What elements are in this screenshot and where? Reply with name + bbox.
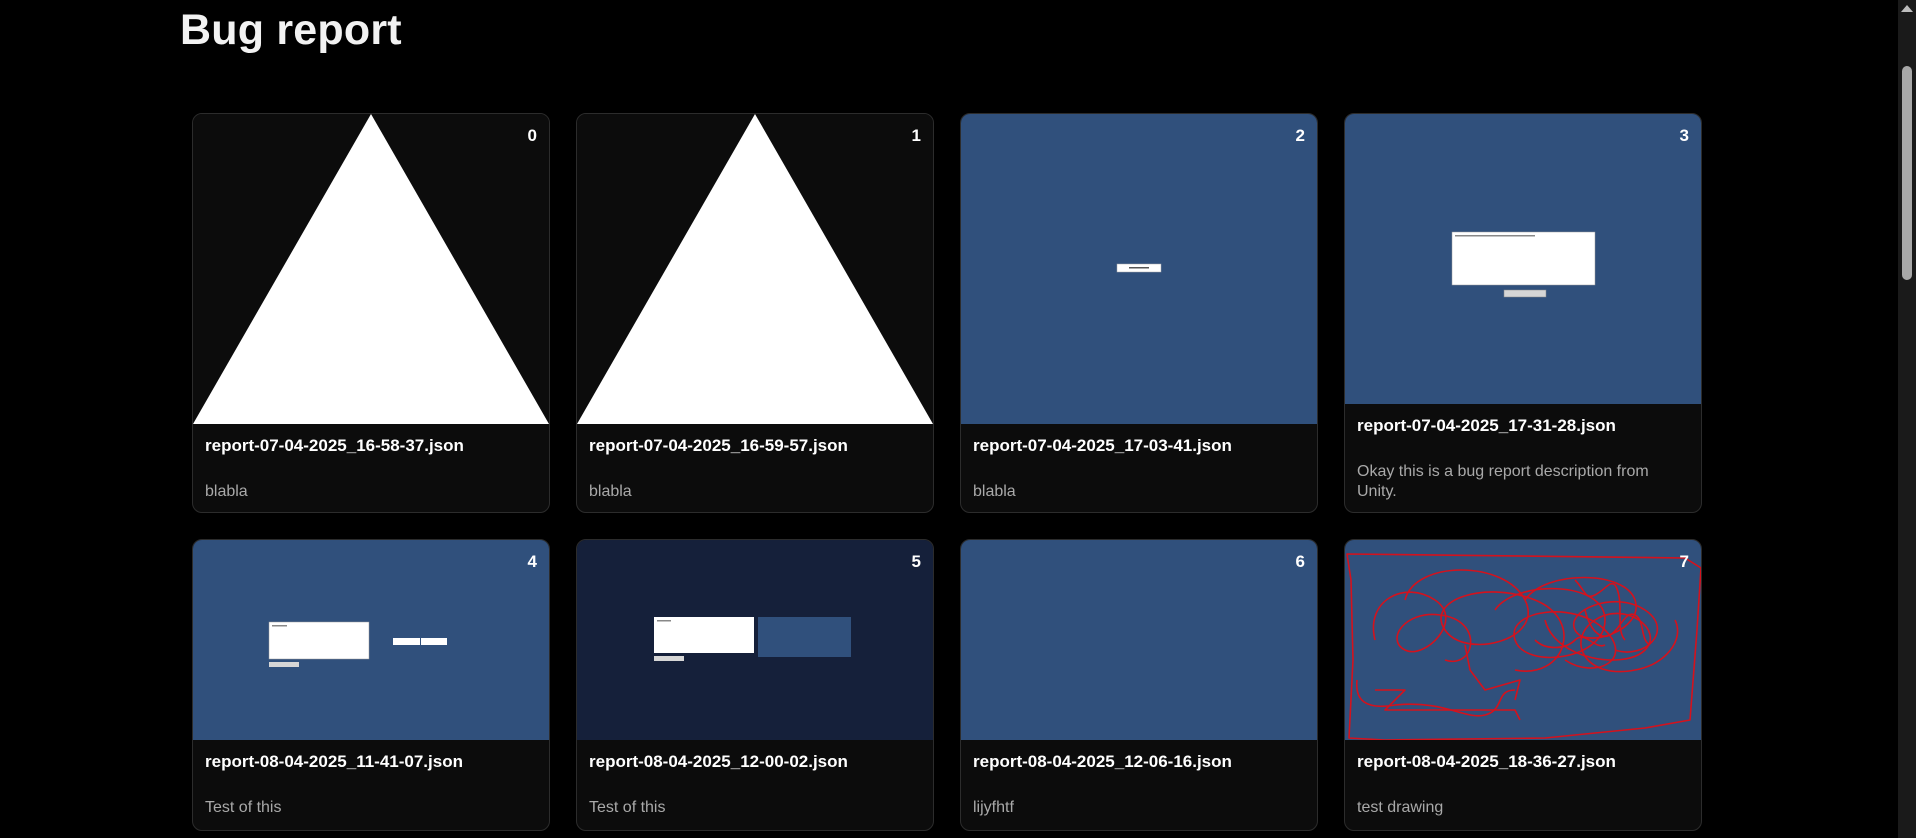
report-index-badge: 3	[1679, 126, 1689, 145]
report-thumbnail: 5	[577, 540, 933, 740]
report-filename: report-08-04-2025_12-00-02.json	[589, 752, 848, 771]
report-filename: report-07-04-2025_17-03-41.json	[973, 436, 1232, 455]
report-index-badge: 7	[1679, 552, 1689, 571]
report-description: Okay this is a bug report description fr…	[1357, 463, 1649, 500]
report-thumbnail: 0	[193, 114, 549, 424]
report-description: blabla	[973, 483, 1016, 500]
report-card[interactable]: 7 report-08-04-2025_18-36-27.jsontest dra…	[1344, 539, 1702, 831]
mini-input	[421, 638, 447, 645]
report-description: blabla	[205, 483, 248, 500]
scrollbar-thumb[interactable]	[1902, 66, 1912, 280]
mini-textarea	[654, 617, 754, 653]
report-filename: report-08-04-2025_18-36-27.json	[1357, 752, 1616, 771]
report-description: blabla	[589, 483, 632, 500]
thumbnail-bg	[193, 540, 549, 740]
report-filename: report-07-04-2025_16-59-57.json	[589, 436, 848, 455]
mini-button-label	[1129, 267, 1149, 269]
thumbnail-bg	[961, 540, 1317, 740]
report-index-badge: 5	[911, 552, 921, 571]
report-thumbnail: 1	[577, 114, 933, 424]
page-title: Bug report	[180, 6, 402, 54]
report-description: lijyfhtf	[973, 799, 1014, 816]
report-filename: report-07-04-2025_17-31-28.json	[1357, 416, 1616, 435]
mini-button	[269, 662, 299, 667]
mini-text-line	[657, 620, 671, 622]
report-card[interactable]: 0 report-07-04-2025_16-58-37.jsonblabla	[192, 113, 550, 513]
report-description: Test of this	[589, 799, 666, 816]
report-description: test drawing	[1357, 799, 1444, 816]
mini-textarea	[268, 621, 370, 660]
scroll-up-icon[interactable]	[1898, 0, 1916, 16]
report-thumbnail: 3	[1345, 114, 1701, 404]
mini-text-line	[272, 625, 287, 627]
report-card-body: report-08-04-2025_12-06-16.json lijyfhtf	[961, 752, 1317, 818]
report-card[interactable]: 5 report-08-04-2025_12-00-02.json Test of …	[576, 539, 934, 831]
report-thumbnail: 6	[961, 540, 1317, 740]
thumbnail-bg	[577, 540, 933, 740]
report-card-body: report-07-04-2025_16-58-37.jsonblabla	[193, 436, 549, 502]
report-card[interactable]: 6 report-08-04-2025_12-06-16.json lijyfhtf	[960, 539, 1318, 831]
report-index-badge: 4	[527, 552, 537, 571]
report-card-body: report-08-04-2025_11-41-07.json Test of t…	[193, 752, 549, 818]
report-index-badge: 2	[1295, 126, 1305, 145]
mini-input	[393, 638, 420, 645]
report-card-body: report-08-04-2025_12-00-02.json Test of t…	[577, 752, 933, 818]
report-card-body: report-08-04-2025_18-36-27.jsontest draw…	[1345, 752, 1701, 818]
mini-textarea	[1451, 231, 1596, 286]
report-card[interactable]: 2 report-07-04-2025_17-03-41.jsonblabla	[960, 113, 1318, 513]
report-filename: report-07-04-2025_16-58-37.json	[205, 436, 464, 455]
report-filename: report-08-04-2025_11-41-07.json	[205, 752, 463, 771]
report-index-badge: 0	[527, 126, 537, 145]
report-thumbnail: 7	[1345, 540, 1701, 740]
mini-button	[1503, 289, 1547, 298]
report-card-body: report-07-04-2025_17-31-28.json Okay this…	[1345, 416, 1701, 502]
report-index-badge: 6	[1295, 552, 1305, 571]
mini-text-line	[1455, 235, 1535, 237]
report-filename: report-08-04-2025_12-06-16.json	[973, 752, 1232, 771]
report-card[interactable]: 3 report-07-04-2025_17-31-28.json Okay thi…	[1344, 113, 1702, 513]
report-description: Test of this	[205, 799, 282, 816]
report-card[interactable]: 1 report-07-04-2025_16-59-57.jsonblabla	[576, 113, 934, 513]
report-index-badge: 1	[911, 126, 921, 145]
report-card[interactable]: 4 report-08-04-2025_11-41-07.json Test of …	[192, 539, 550, 831]
report-thumbnail: 4	[193, 540, 549, 740]
mini-panel	[758, 617, 851, 657]
report-card-body: report-07-04-2025_17-03-41.jsonblabla	[961, 436, 1317, 502]
bug-report-page: Bug report 0 report-07-04-2025_16-58-37.j…	[0, 0, 1916, 838]
mini-button	[654, 656, 684, 661]
report-card-body: report-07-04-2025_16-59-57.jsonblabla	[577, 436, 933, 502]
report-thumbnail: 2	[961, 114, 1317, 424]
vertical-scrollbar[interactable]	[1898, 0, 1916, 838]
